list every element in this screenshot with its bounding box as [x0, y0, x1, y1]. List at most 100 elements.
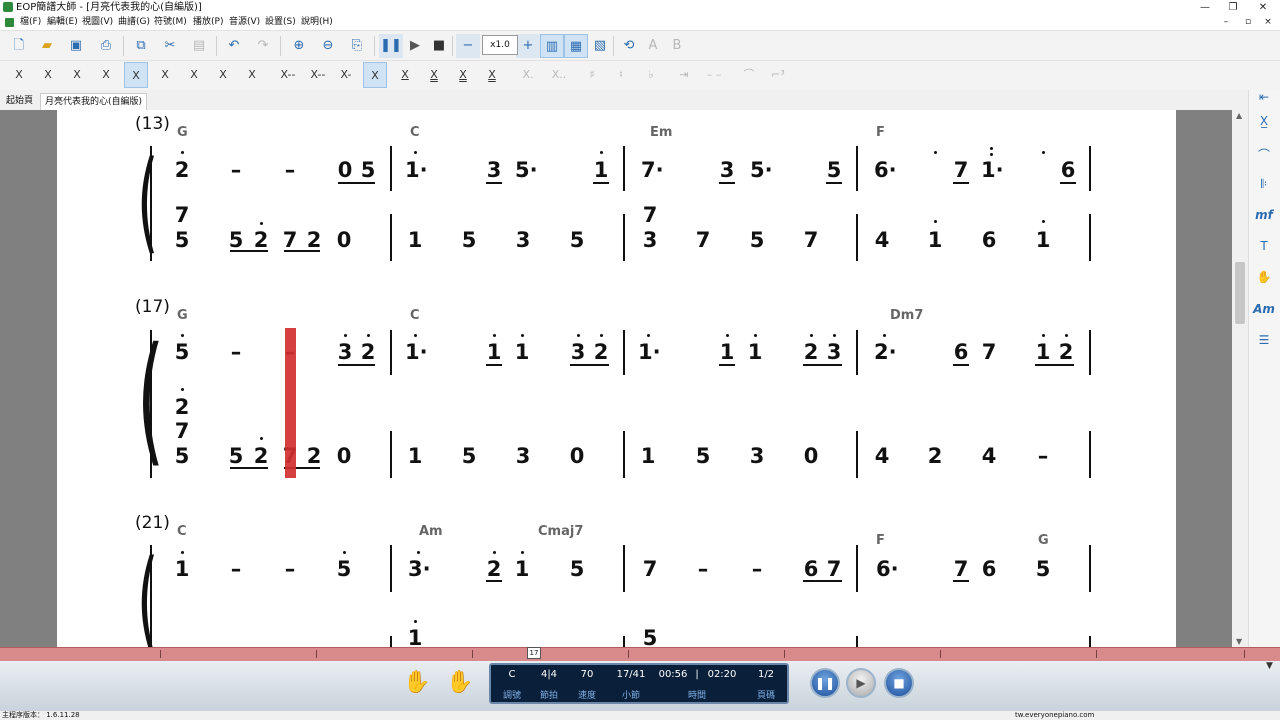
zoom-level-field[interactable]: x1.0: [482, 35, 518, 55]
note-high-button[interactable]: X: [94, 62, 118, 88]
menu-score[interactable]: 曲譜(G): [118, 15, 150, 30]
menu-help[interactable]: 說明(H): [301, 15, 333, 30]
whole-note-button[interactable]: X--: [274, 62, 302, 88]
restore-button[interactable]: ❐: [1218, 0, 1248, 15]
dot-button[interactable]: X.: [516, 62, 540, 88]
zoom-out-icon[interactable]: ⊖: [316, 34, 340, 58]
scrollbar-thumb[interactable]: [1235, 262, 1245, 324]
copy-icon[interactable]: ⧉: [129, 34, 153, 58]
print-icon[interactable]: ⎙: [94, 34, 118, 58]
menu-edit[interactable]: 編輯(E): [47, 15, 78, 30]
keyboard-view-icon[interactable]: ▦: [564, 34, 588, 58]
dotted-half-button[interactable]: X--: [305, 62, 331, 88]
cut-icon[interactable]: ✂: [158, 34, 182, 58]
menu-view[interactable]: 視圖(V): [82, 15, 113, 30]
menu-settings[interactable]: 設置(S): [265, 15, 296, 30]
note-low1-button[interactable]: X: [182, 62, 206, 88]
section-a-icon[interactable]: A: [641, 34, 665, 58]
note-high1-button[interactable]: X: [65, 62, 89, 88]
score-margin-right: [1176, 110, 1232, 647]
thirtysecond-note-button[interactable]: X: [451, 62, 475, 88]
hand-tool-icon[interactable]: ✋: [1248, 270, 1280, 284]
tempo-minus-icon[interactable]: −: [456, 34, 480, 58]
vertical-scrollbar[interactable]: [1232, 110, 1248, 647]
text-tool-icon[interactable]: T: [1248, 239, 1280, 253]
collapse-panel-icon[interactable]: ⇤: [1248, 90, 1280, 104]
playback-timeline[interactable]: [0, 647, 1280, 662]
page-view-icon[interactable]: ⎘: [345, 34, 369, 58]
barline: [390, 545, 392, 592]
right-hand-icon[interactable]: ✋: [446, 670, 473, 695]
timeline-position-marker[interactable]: 17: [527, 647, 541, 659]
play-button[interactable]: ▶: [846, 668, 876, 698]
pause-button[interactable]: ❚❚: [810, 668, 840, 698]
half-note-button[interactable]: X-: [334, 62, 358, 88]
expand-player-icon[interactable]: ▼: [1266, 661, 1273, 671]
menu-play[interactable]: 播放(P): [193, 15, 223, 30]
slur-tool-icon[interactable]: ⌒: [1248, 146, 1280, 163]
stop-button[interactable]: ■: [884, 668, 914, 698]
quarter-note-button[interactable]: X: [363, 62, 387, 88]
mdi-minimize-button[interactable]: –: [1216, 15, 1236, 30]
octave-dot: [493, 551, 496, 554]
note-tool-icon[interactable]: X̲: [1248, 114, 1280, 128]
undo-icon[interactable]: ↶: [222, 34, 246, 58]
stop-icon[interactable]: ■: [427, 34, 451, 58]
sixteenth-note-button[interactable]: X: [422, 62, 446, 88]
mdi-close-button[interactable]: ×: [1258, 15, 1278, 30]
minimize-button[interactable]: —: [1190, 0, 1220, 15]
barline: [856, 545, 858, 592]
left-hand-icon[interactable]: ✋: [403, 670, 430, 695]
score-page[interactable]: (13) G C Em F(2– –0 5 1· 3 5· 1 7· 3 5· 5 6· 7 1· 6 5 5 2 7 2 0 1…: [57, 110, 1176, 647]
melody-note: 2: [1058, 340, 1074, 364]
menu-file[interactable]: 檔(F): [20, 15, 41, 30]
lyrics-tool-icon[interactable]: ☰: [1248, 333, 1280, 347]
chord-tool-icon[interactable]: Am: [1248, 302, 1280, 316]
menu-symbol[interactable]: 符號(M): [154, 15, 187, 30]
tempo-plus-icon[interactable]: +: [516, 34, 540, 58]
save-icon[interactable]: ▣: [64, 34, 88, 58]
note-high3-button[interactable]: X: [7, 62, 31, 88]
note-low-button[interactable]: X: [153, 62, 177, 88]
note-low3-button[interactable]: X: [240, 62, 264, 88]
slur-icon[interactable]: ⌒: [737, 62, 761, 88]
close-button[interactable]: ✕: [1248, 0, 1278, 15]
melody-note: 1: [514, 340, 530, 364]
tab-start-page[interactable]: 起始頁: [2, 93, 37, 110]
barline-tool-icon[interactable]: 𝄆: [1248, 177, 1280, 192]
tie-out-icon[interactable]: – –: [702, 62, 726, 88]
open-folder-icon[interactable]: ▰: [35, 34, 59, 58]
piano-icon[interactable]: ▧: [588, 34, 612, 58]
sixtyfourth-note-button[interactable]: X: [480, 62, 504, 88]
octave-dot: [754, 334, 757, 337]
melody-note: 1·: [405, 158, 428, 182]
triplet-icon[interactable]: ⌐³: [766, 62, 790, 88]
measure-number: (17): [135, 297, 170, 317]
mdi-restore-button[interactable]: ▫: [1238, 15, 1258, 30]
staff-view-icon[interactable]: ▥: [540, 34, 564, 58]
note-normal-button[interactable]: X: [124, 62, 148, 88]
eighth-note-button[interactable]: X: [393, 62, 417, 88]
zoom-in-icon[interactable]: ⊕: [287, 34, 311, 58]
note-high2-button[interactable]: X: [36, 62, 60, 88]
new-file-icon[interactable]: 🗋: [7, 34, 31, 58]
double-dot-button[interactable]: X..: [545, 62, 573, 88]
paste-icon[interactable]: ▤: [187, 34, 211, 58]
flat-button[interactable]: ♭: [639, 62, 663, 88]
note-low2-button[interactable]: X: [211, 62, 235, 88]
dynamics-tool-icon[interactable]: mf: [1248, 208, 1280, 222]
natural-button[interactable]: ♮: [609, 62, 633, 88]
play-icon[interactable]: ▶: [403, 34, 427, 58]
tie-in-icon[interactable]: ⇥: [672, 62, 696, 88]
tab-document[interactable]: 月亮代表我的心(自編版): [40, 93, 148, 111]
scroll-up-icon[interactable]: ▲: [1236, 111, 1242, 120]
website-text: tw.everyonepiano.com: [1015, 711, 1095, 719]
menu-sound[interactable]: 音源(V): [229, 15, 260, 30]
sharp-button[interactable]: ♯: [580, 62, 604, 88]
pause-icon[interactable]: ❚❚: [379, 34, 403, 58]
redo-icon[interactable]: ↷: [251, 34, 275, 58]
scroll-down-icon[interactable]: ▼: [1236, 637, 1242, 646]
section-b-icon[interactable]: B: [665, 34, 689, 58]
loop-icon[interactable]: ⟲: [617, 34, 641, 58]
bass-note: 5: [642, 626, 658, 647]
